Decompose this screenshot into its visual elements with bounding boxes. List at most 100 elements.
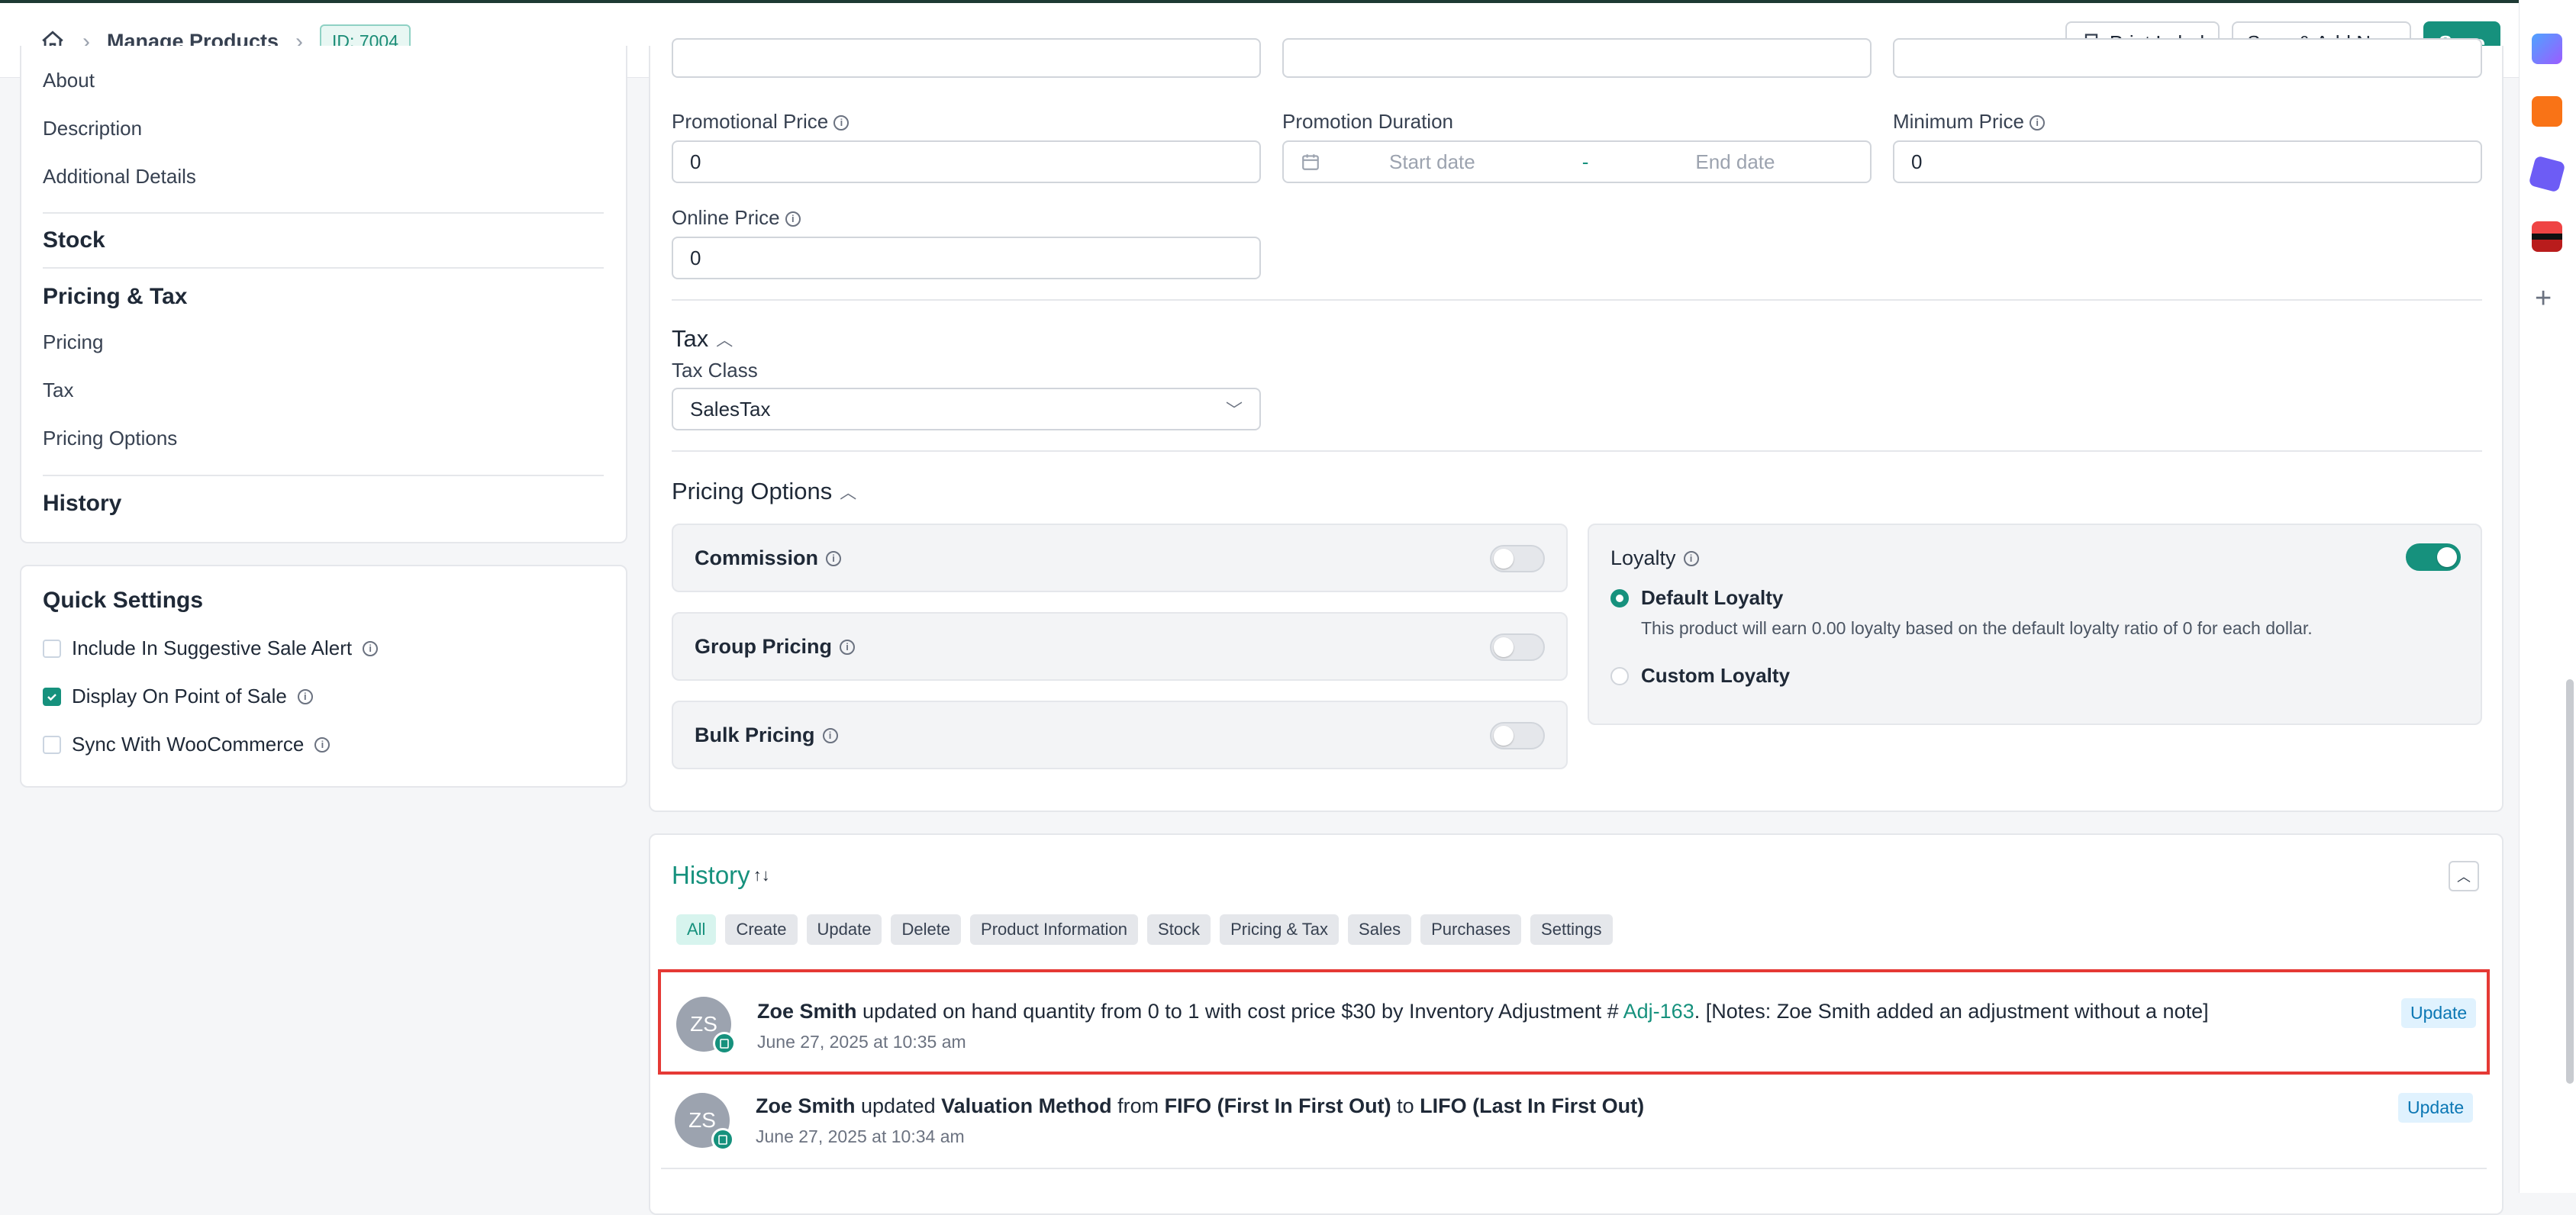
history-user: Zoe Smith xyxy=(756,1094,856,1117)
price-input-partial[interactable] xyxy=(1893,38,2482,78)
loyalty-label: Loyalty i xyxy=(1610,546,1699,570)
minimum-price-input[interactable]: 0 xyxy=(1893,140,2482,183)
promotional-price-label: Promotional Price i xyxy=(672,110,850,134)
end-date-input[interactable]: End date xyxy=(1695,150,1775,174)
info-icon[interactable]: i xyxy=(785,211,801,227)
info-icon[interactable]: i xyxy=(297,688,313,704)
history-date: June 27, 2025 at 10:35 am xyxy=(757,1032,966,1052)
avatar-initials: ZS xyxy=(690,1012,717,1036)
avatar-initials: ZS xyxy=(688,1108,716,1132)
filter-sales[interactable]: Sales xyxy=(1348,914,1412,945)
adjustment-link[interactable]: Adj-163 xyxy=(1623,1000,1694,1023)
collapse-history-button[interactable]: ︿ xyxy=(2449,861,2479,891)
checkbox-checked[interactable] xyxy=(43,687,61,706)
filter-pricing-tax[interactable]: Pricing & Tax xyxy=(1220,914,1340,945)
history-entry-text: Zoe Smith updated Valuation Method from … xyxy=(756,1094,1645,1117)
group-pricing-label: Group Pricing i xyxy=(695,635,856,659)
info-icon[interactable]: i xyxy=(833,115,850,131)
promotion-duration-label: Promotion Duration xyxy=(1282,110,1453,133)
commission-label: Commission i xyxy=(695,546,842,570)
filter-update[interactable]: Update xyxy=(806,914,882,945)
pricing-options-toggle[interactable]: Pricing Options ︿ xyxy=(672,478,856,505)
info-icon[interactable]: i xyxy=(822,727,838,743)
setting-label: Include In Suggestive Sale Alert xyxy=(72,637,353,659)
default-loyalty-description: This product will earn 0.00 loyalty base… xyxy=(1641,618,2313,638)
clipboard-icon xyxy=(713,1032,736,1055)
history-entry[interactable]: ZS Zoe Smith updated Valuation Method fr… xyxy=(661,1078,2487,1169)
bulk-pricing-toggle[interactable] xyxy=(1490,722,1545,749)
commission-toggle[interactable] xyxy=(1490,545,1545,572)
filter-settings[interactable]: Settings xyxy=(1530,914,1613,945)
loyalty-option: Loyalty i Default Loyalty This product w… xyxy=(1588,524,2482,725)
stack-app-icon[interactable] xyxy=(2532,221,2562,252)
filter-purchases[interactable]: Purchases xyxy=(1420,914,1522,945)
nav-heading-pricing-tax[interactable]: Pricing & Tax xyxy=(43,284,188,310)
nav-item-pricing[interactable]: Pricing xyxy=(43,330,103,354)
info-icon[interactable]: i xyxy=(2030,115,2046,131)
custom-loyalty-option[interactable]: Custom Loyalty xyxy=(1610,664,1790,688)
chevron-up-icon: ︿ xyxy=(716,330,733,350)
history-filter-chips: All Create Update Delete Product Informa… xyxy=(676,914,1613,945)
filter-create[interactable]: Create xyxy=(725,914,798,945)
nav-heading-stock[interactable]: Stock xyxy=(43,227,105,253)
sort-icon[interactable]: ↑↓ xyxy=(753,865,770,885)
info-icon[interactable]: i xyxy=(363,640,379,656)
quick-settings-card: Quick Settings Include In Suggestive Sal… xyxy=(20,565,627,788)
checkbox[interactable] xyxy=(43,735,61,754)
tax-class-select[interactable]: SalesTax ﹀ xyxy=(672,388,1261,430)
divider xyxy=(672,299,2482,301)
add-icon[interactable]: + xyxy=(2535,282,2552,315)
info-icon[interactable]: i xyxy=(840,639,856,655)
filter-product-information[interactable]: Product Information xyxy=(970,914,1139,945)
promotional-price-input[interactable]: 0 xyxy=(672,140,1261,183)
nav-item-pricing-options[interactable]: Pricing Options xyxy=(43,427,177,450)
update-badge: Update xyxy=(2401,998,2477,1028)
scrollbar-thumb[interactable] xyxy=(2566,679,2574,1084)
nav-item-additional-details[interactable]: Additional Details xyxy=(43,165,196,189)
radio-selected[interactable] xyxy=(1610,588,1629,608)
nav-item-tax[interactable]: Tax xyxy=(43,379,73,402)
online-price-input[interactable]: 0 xyxy=(672,237,1261,279)
calendar-icon xyxy=(1302,154,1319,170)
loyalty-toggle[interactable] xyxy=(2406,543,2461,571)
section-nav-card: About Description Additional Details Sto… xyxy=(20,46,627,543)
price-input-partial[interactable] xyxy=(672,38,1261,78)
tax-class-label: Tax Class xyxy=(672,359,758,382)
nav-item-about[interactable]: About xyxy=(43,69,95,92)
setting-sync-woocommerce[interactable]: Sync With WooCommerce i xyxy=(43,733,330,756)
tax-section-toggle[interactable]: Tax ︿ xyxy=(672,325,733,353)
info-icon[interactable]: i xyxy=(314,736,330,753)
avatar: ZS xyxy=(676,997,736,1055)
shape-app-icon[interactable] xyxy=(2528,155,2566,193)
group-pricing-option: Group Pricing i xyxy=(672,612,1568,681)
radio[interactable] xyxy=(1610,666,1629,685)
custom-loyalty-label: Custom Loyalty xyxy=(1641,664,1791,687)
nav-item-description[interactable]: Description xyxy=(43,117,142,140)
group-pricing-toggle[interactable] xyxy=(1490,633,1545,661)
chevron-up-icon: ︿ xyxy=(840,483,857,502)
info-icon[interactable]: i xyxy=(1683,550,1699,566)
minimum-price-label: Minimum Price i xyxy=(1893,110,2046,134)
default-loyalty-label: Default Loyalty xyxy=(1641,586,1784,609)
promotion-duration-range[interactable]: Start date - End date xyxy=(1282,140,1872,183)
tax-class-value: SalesTax xyxy=(690,397,771,421)
tax-heading: Tax xyxy=(672,325,709,352)
price-input-partial[interactable] xyxy=(1282,38,1872,78)
setting-suggestive-sale-alert[interactable]: Include In Suggestive Sale Alert i xyxy=(43,637,379,660)
history-entry-highlighted[interactable]: ZS Zoe Smith updated on hand quantity fr… xyxy=(658,969,2490,1075)
default-loyalty-option[interactable]: Default Loyalty xyxy=(1610,586,1783,610)
filter-delete[interactable]: Delete xyxy=(891,914,962,945)
checkbox[interactable] xyxy=(43,639,61,658)
nav-heading-history[interactable]: History xyxy=(43,491,121,517)
app-shortcut-icon[interactable] xyxy=(2532,34,2562,64)
notes-app-icon[interactable] xyxy=(2532,96,2562,127)
setting-label: Sync With WooCommerce xyxy=(72,733,305,756)
date-separator: - xyxy=(1581,150,1589,173)
commission-option: Commission i xyxy=(672,524,1568,592)
start-date-input[interactable]: Start date xyxy=(1389,150,1475,174)
info-icon[interactable]: i xyxy=(826,550,842,566)
filter-all[interactable]: All xyxy=(676,914,717,945)
filter-stock[interactable]: Stock xyxy=(1147,914,1211,945)
setting-display-on-pos[interactable]: Display On Point of Sale i xyxy=(43,685,313,708)
avatar: ZS xyxy=(675,1093,734,1151)
